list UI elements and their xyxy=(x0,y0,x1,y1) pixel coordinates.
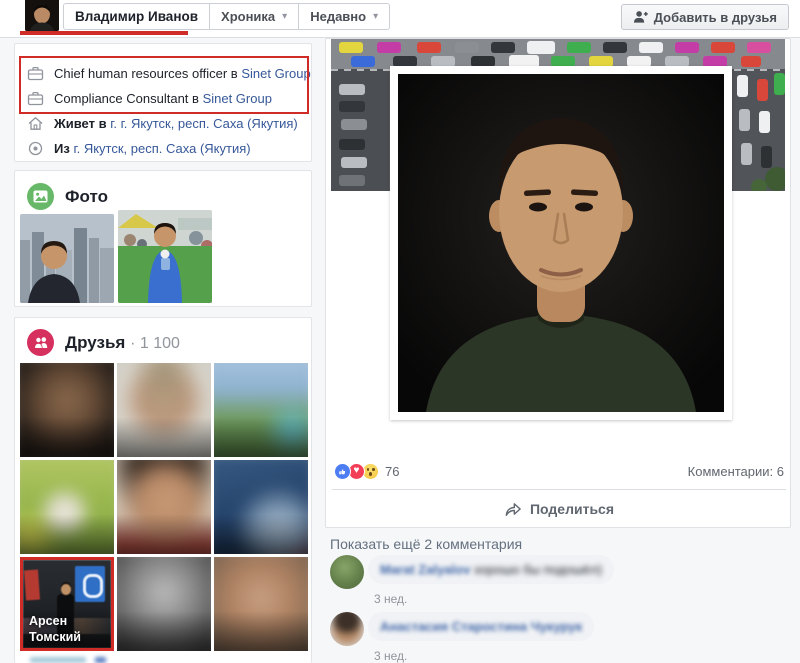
show-more-comments-link[interactable]: Показать ещё 2 комментария xyxy=(330,536,522,552)
like-reaction-icon[interactable] xyxy=(334,463,351,480)
city-link[interactable]: г. г. Якутск, респ. Саха (Якутия) xyxy=(110,116,298,131)
work-item-2: Compliance Consultant в Sinet Group xyxy=(27,90,272,107)
timeline-tab-button[interactable]: Хроника ▾ xyxy=(209,3,299,30)
friend-tile-blurred[interactable] xyxy=(214,557,308,651)
share-button[interactable]: Поделиться xyxy=(326,495,792,523)
photos-card: Фото xyxy=(14,170,312,307)
comment-author-blurred[interactable]: Анастасия Старостина Чукурук xyxy=(380,619,582,634)
work-text: Chief human resources officer в Sinet Gr… xyxy=(54,66,311,81)
top-navigation-bar: Владимир Иванов Хроника ▾ Недавно ▾ Доба… xyxy=(0,0,800,38)
profile-name: Владимир Иванов xyxy=(75,9,198,24)
friends-header[interactable]: Друзья · 1 100 xyxy=(27,329,180,356)
comment-bubble[interactable]: Marat Zalyalov хорошо бы подошёл) xyxy=(368,555,614,584)
reaction-count[interactable]: 76 xyxy=(385,464,399,479)
comment-text-blurred: хорошо бы подошёл) xyxy=(474,562,602,577)
avatar-portrait-art xyxy=(25,0,59,31)
friend-tile-blurred[interactable] xyxy=(117,460,211,554)
friends-count: · 1 100 xyxy=(130,335,180,352)
friend-name-label: Арсен Томский xyxy=(29,613,81,646)
friend-tile-blurred[interactable] xyxy=(20,363,114,457)
add-friend-button[interactable]: Добавить в друзья xyxy=(621,4,789,30)
comment-timestamp[interactable]: 3 нед. xyxy=(374,592,407,606)
intro-card: Chief human resources officer в Sinet Gr… xyxy=(14,43,312,162)
profile-picture-large[interactable] xyxy=(390,66,732,420)
photo-post-card: ♥ 76 Комментарии: 6 Поделиться xyxy=(325,38,791,528)
comment-author-blurred[interactable]: Marat Zalyalov xyxy=(380,562,470,577)
chevron-down-icon: ▾ xyxy=(373,11,378,22)
friend-tile-blurred[interactable] xyxy=(214,363,308,457)
photos-title: Фото xyxy=(65,187,108,207)
comment-bubble[interactable]: Анастасия Старостина Чукурук xyxy=(368,612,594,641)
workplace-link[interactable]: Sinet Group xyxy=(203,91,272,106)
work-text: Compliance Consultant в Sinet Group xyxy=(54,91,272,106)
comments-count-label[interactable]: Комментарии: 6 xyxy=(688,464,784,479)
cutoff-thumbnail-fragment xyxy=(95,657,106,663)
reactions-row: ♥ 76 Комментарии: 6 xyxy=(334,461,784,481)
briefcase-icon xyxy=(27,65,44,82)
friend-tile-blurred[interactable] xyxy=(117,363,211,457)
photo-thumbnail-city[interactable] xyxy=(20,214,114,303)
photos-icon xyxy=(27,183,54,210)
lives-in-item: Живет в г. г. Якутск, респ. Саха (Якутия… xyxy=(27,115,298,132)
from-text: Из г. Якутск, респ. Саха (Якутия) xyxy=(54,141,251,156)
post-divider xyxy=(332,489,786,490)
lives-text: Живет в г. г. Якутск, респ. Саха (Якутия… xyxy=(54,116,298,131)
city-link[interactable]: г. Якутск, респ. Саха (Якутия) xyxy=(73,141,250,156)
location-pin-icon xyxy=(27,140,44,157)
workplace-link[interactable]: Sinet Group xyxy=(241,66,310,81)
profile-name-button[interactable]: Владимир Иванов xyxy=(63,3,210,30)
friends-icon xyxy=(27,329,54,356)
home-icon xyxy=(27,115,44,132)
friend-tile-arsen-tomskiy[interactable]: Арсен Томский xyxy=(20,557,114,651)
chevron-down-icon: ▾ xyxy=(282,11,287,22)
work-item-1: Chief human resources officer в Sinet Gr… xyxy=(27,65,311,82)
briefcase-icon xyxy=(27,90,44,107)
annotation-red-underline xyxy=(20,31,188,35)
commenter-avatar[interactable] xyxy=(330,612,364,646)
recent-filter-button[interactable]: Недавно ▾ xyxy=(298,3,390,30)
profile-avatar-small[interactable] xyxy=(25,0,59,31)
photos-header[interactable]: Фото xyxy=(27,183,108,210)
comment-timestamp[interactable]: 3 нед. xyxy=(374,649,407,663)
cutoff-thumbnail-fragment xyxy=(30,657,86,663)
share-arrow-icon xyxy=(504,501,522,517)
facebook-profile-page: Владимир Иванов Хроника ▾ Недавно ▾ Доба… xyxy=(0,0,800,663)
friend-tile-blurred[interactable] xyxy=(117,557,211,651)
friend-tile-blurred[interactable] xyxy=(214,460,308,554)
person-plus-icon xyxy=(633,10,648,24)
friend-tile-blurred[interactable] xyxy=(20,460,114,554)
friends-card: Друзья · 1 100 Арсен Томский xyxy=(14,317,312,663)
commenter-avatar[interactable] xyxy=(330,555,364,589)
profile-tabs-group: Владимир Иванов Хроника ▾ Недавно ▾ xyxy=(63,3,389,30)
from-item: Из г. Якутск, респ. Саха (Якутия) xyxy=(27,140,251,157)
photo-thumbnail-marathon[interactable] xyxy=(118,210,212,303)
friends-title: Друзья · 1 100 xyxy=(65,333,180,353)
